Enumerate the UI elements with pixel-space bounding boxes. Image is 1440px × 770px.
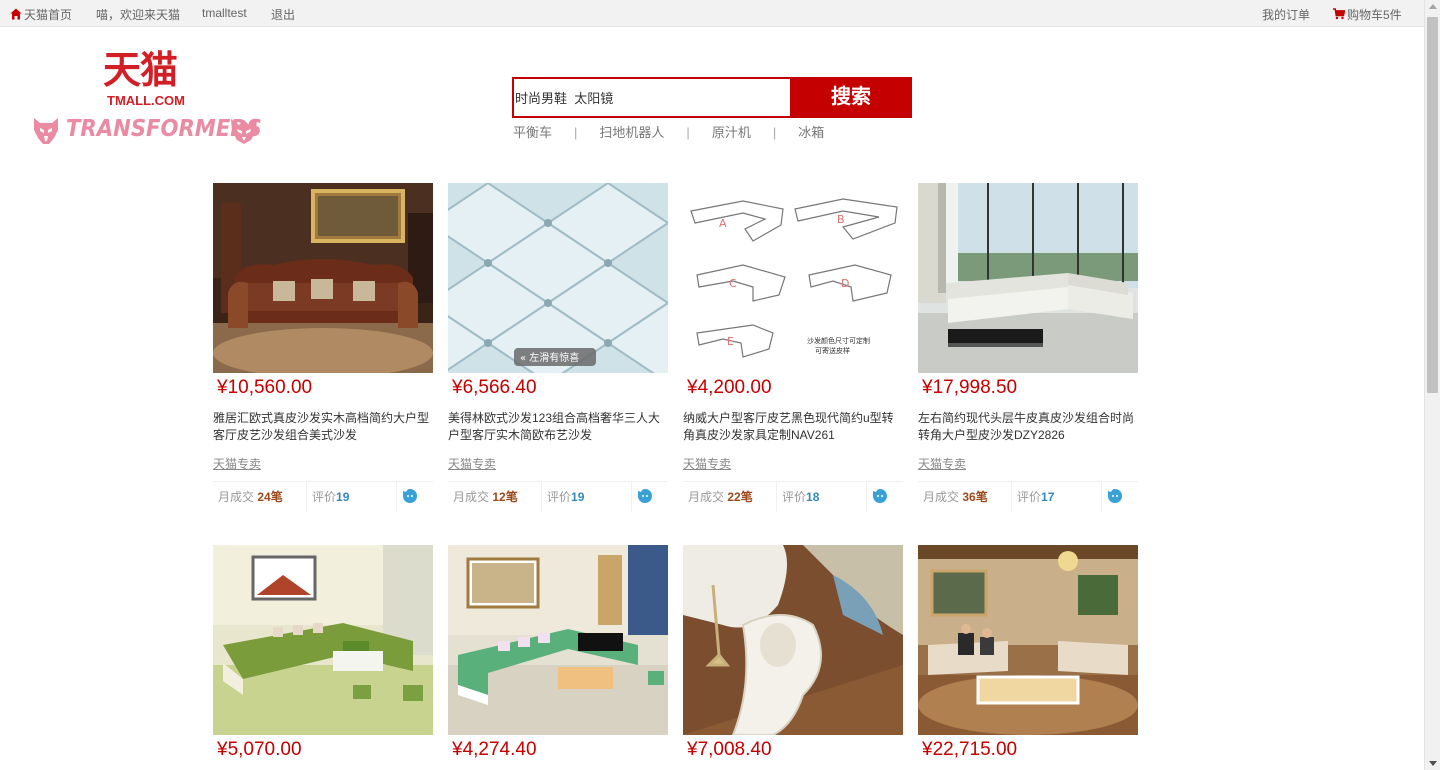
product-stats: 月成交 36笔 评价17 [918, 481, 1138, 512]
review-count[interactable]: 评价17 [1017, 488, 1054, 505]
hotword-link[interactable]: 平衡车 [513, 125, 552, 140]
product-image[interactable]: A B C D E 沙发颜色尺寸可定制 可寄送皮样 [683, 183, 903, 373]
svg-text:沙发颜色尺寸可定制: 沙发颜色尺寸可定制 [807, 336, 870, 345]
logo-chinese-text: 天猫 [103, 48, 178, 92]
scroll-down-icon[interactable] [1429, 761, 1437, 766]
product-image[interactable] [213, 183, 433, 373]
wangwang-chat-icon[interactable] [872, 488, 888, 504]
welcome-text: 喵，欢迎来天猫 [96, 8, 181, 22]
home-link-label: 天猫首页 [24, 8, 73, 22]
product-price: ¥10,560.00 [217, 377, 313, 398]
cart-link[interactable]: 购物车5件 [1333, 6, 1402, 23]
svg-text:B: B [837, 213, 845, 226]
shop-link[interactable]: 天猫专卖 [448, 455, 496, 472]
my-orders-link[interactable]: 我的订单 [1262, 6, 1310, 23]
review-count[interactable]: 评价18 [782, 488, 819, 505]
product-image[interactable] [213, 545, 433, 735]
monthly-sales: 月成交 24笔 [218, 490, 283, 504]
product-image[interactable] [448, 545, 668, 735]
site-nav-bar: 天猫首页 喵，欢迎来天猫 tmalltest 退出 我的订单 购物车5件 [0, 0, 1424, 27]
decepticon-icon [231, 119, 257, 144]
product-price: ¥17,998.50 [922, 377, 1018, 398]
product-stats: 月成交 24笔 评价19 [213, 481, 433, 512]
svg-text:可寄送皮样: 可寄送皮样 [815, 346, 850, 355]
home-link[interactable]: 天猫首页 [10, 6, 72, 23]
product-image[interactable] [918, 545, 1138, 735]
svg-text:D: D [841, 277, 849, 290]
shop-link[interactable]: 天猫专卖 [213, 455, 261, 472]
review-count[interactable]: 评价19 [547, 488, 584, 505]
shop-link[interactable]: 天猫专卖 [918, 455, 966, 472]
review-count[interactable]: 评价19 [312, 488, 349, 505]
cart-icon [1333, 8, 1345, 20]
product-price: ¥4,200.00 [687, 377, 772, 398]
page-scrollbar[interactable] [1424, 0, 1440, 770]
username-link[interactable]: tmalltest [202, 6, 247, 20]
wangwang-chat-icon[interactable] [1107, 488, 1123, 504]
product-image[interactable] [683, 545, 903, 735]
shop-link[interactable]: 天猫专卖 [683, 455, 731, 472]
monthly-sales: 月成交 12笔 [453, 490, 518, 504]
home-icon [10, 8, 22, 20]
search-input[interactable] [514, 79, 790, 116]
product-image[interactable]: « 左滑有惊喜 [448, 183, 668, 373]
product-stats: 月成交 22笔 评价18 [683, 481, 903, 512]
autobot-icon [34, 118, 58, 144]
product-title[interactable]: 左右简约现代头层牛皮真皮沙发组合时尚转角大户型皮沙发DZY2826 [918, 410, 1138, 444]
svg-text:A: A [719, 217, 727, 230]
hot-search-words: 平衡车 | 扫地机器人 | 原汁机 | 冰箱 [513, 125, 825, 140]
hotword-link[interactable]: 冰箱 [798, 125, 824, 140]
product-stats: 月成交 12笔 评价19 [448, 481, 668, 512]
search-box: 搜索 [512, 77, 912, 118]
product-title[interactable]: 美得林欧式沙发123组合高档奢华三人大户型客厅实木简欧布艺沙发 [448, 410, 668, 444]
product-price: ¥6,566.40 [452, 377, 537, 398]
product-image[interactable] [918, 183, 1138, 373]
monthly-sales: 月成交 36笔 [923, 490, 988, 504]
hotword-link[interactable]: 原汁机 [712, 125, 751, 140]
monthly-sales: 月成交 22笔 [688, 490, 753, 504]
wangwang-chat-icon[interactable] [637, 488, 653, 504]
hotword-link[interactable]: 扫地机器人 [599, 125, 664, 140]
product-price: ¥22,715.00 [922, 739, 1018, 760]
product-title[interactable]: 纳威大户型客厅皮艺黑色现代简约u型转角真皮沙发家具定制NAV261 [683, 410, 903, 444]
svg-text:E: E [727, 335, 734, 348]
search-button[interactable]: 搜索 [790, 77, 912, 118]
product-price: ¥5,070.00 [217, 739, 302, 760]
tmall-logo[interactable]: 天猫 TMALL.COM TRANSFORMERS [30, 50, 262, 150]
logout-link[interactable]: 退出 [271, 6, 295, 23]
svg-text:C: C [729, 277, 737, 290]
cart-link-label: 购物车5件 [1347, 8, 1402, 22]
scroll-up-icon[interactable] [1429, 4, 1437, 9]
product-price: ¥7,008.40 [687, 739, 772, 760]
logo-english-text: TMALL.COM [107, 93, 185, 108]
svg-text:« 左滑有惊喜: « 左滑有惊喜 [520, 351, 579, 364]
product-price: ¥4,274.40 [452, 739, 537, 760]
product-title[interactable]: 雅居汇欧式真皮沙发实木高档简约大户型客厅皮艺沙发组合美式沙发 [213, 410, 433, 444]
wangwang-chat-icon[interactable] [402, 488, 418, 504]
scroll-thumb[interactable] [1427, 17, 1438, 393]
